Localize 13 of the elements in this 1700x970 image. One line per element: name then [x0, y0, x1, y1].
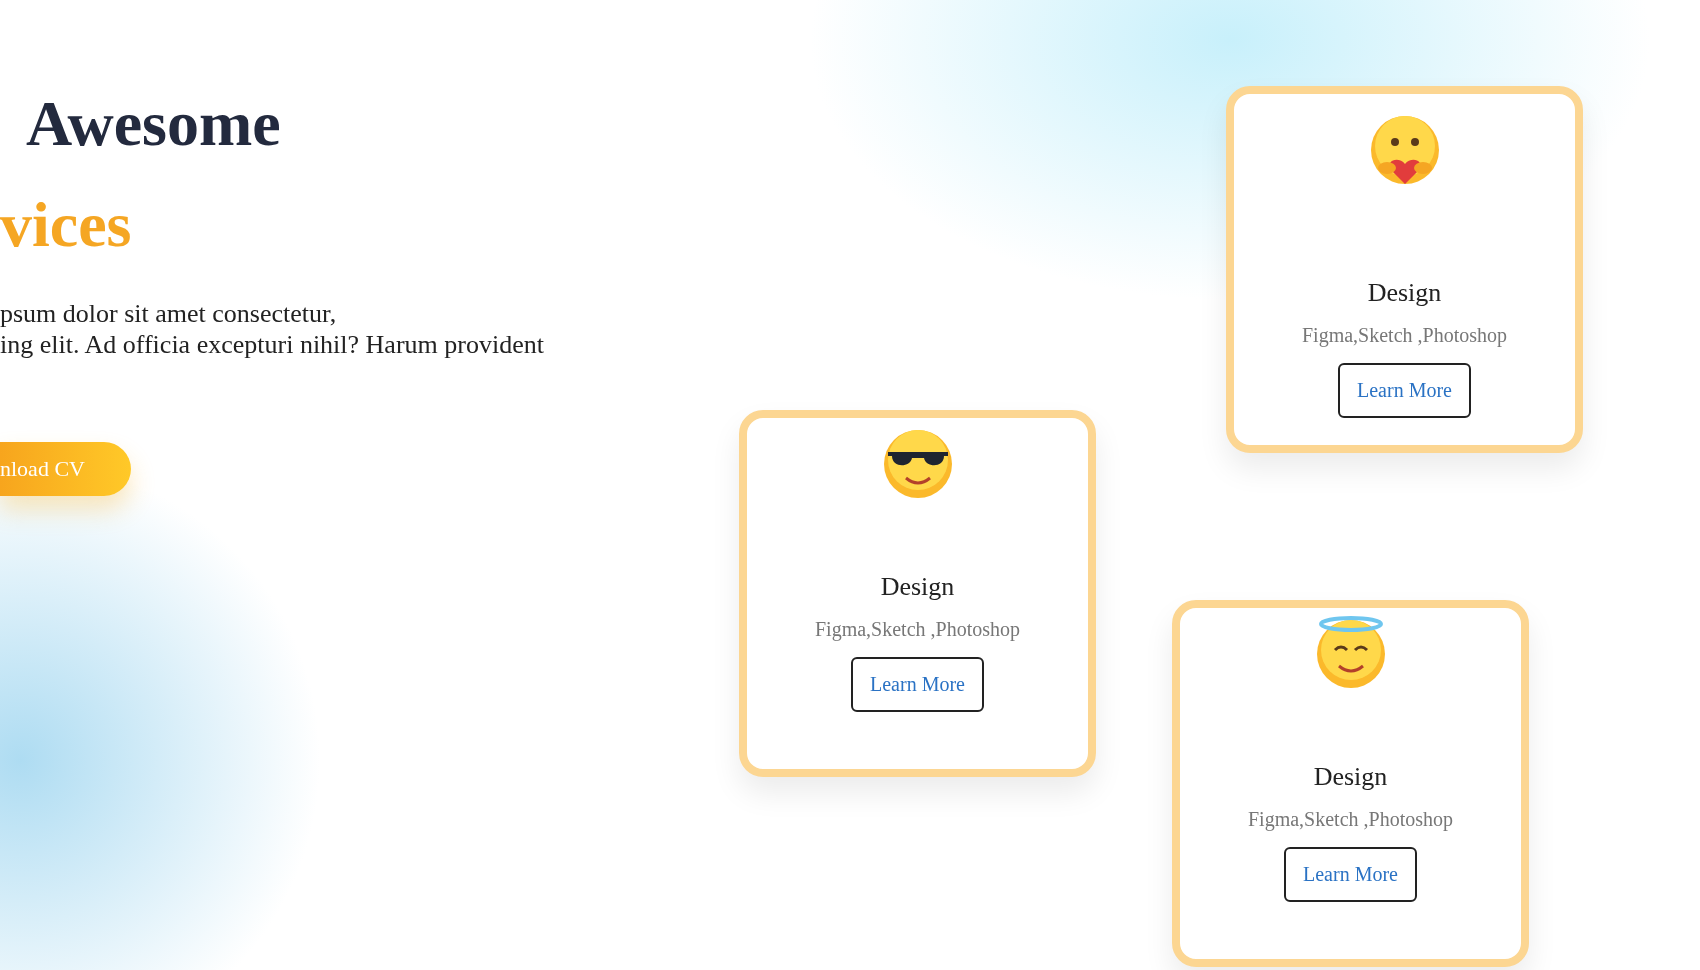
paragraph-line: ing elit. Ad officia excepturi nihil? Harum provident: [0, 328, 544, 360]
heading-accent: vices: [0, 187, 132, 262]
learn-more-button[interactable]: Learn More: [1338, 363, 1471, 418]
paragraph-line: psum dolor sit amet consectetur,: [0, 297, 337, 329]
learn-more-button[interactable]: Learn More: [851, 657, 984, 712]
card-title: Design: [1313, 762, 1388, 792]
heading: Awesome: [26, 87, 281, 161]
card-skills: Figma,Sketch ,Photoshop: [815, 618, 1020, 641]
card-title: Design: [880, 572, 955, 602]
card-title: Design: [1367, 278, 1442, 308]
learn-more-button[interactable]: Learn More: [1284, 847, 1417, 902]
card-skills: Figma,Sketch ,Photoshop: [1248, 808, 1453, 831]
card-skills: Figma,Sketch ,Photoshop: [1302, 324, 1507, 347]
